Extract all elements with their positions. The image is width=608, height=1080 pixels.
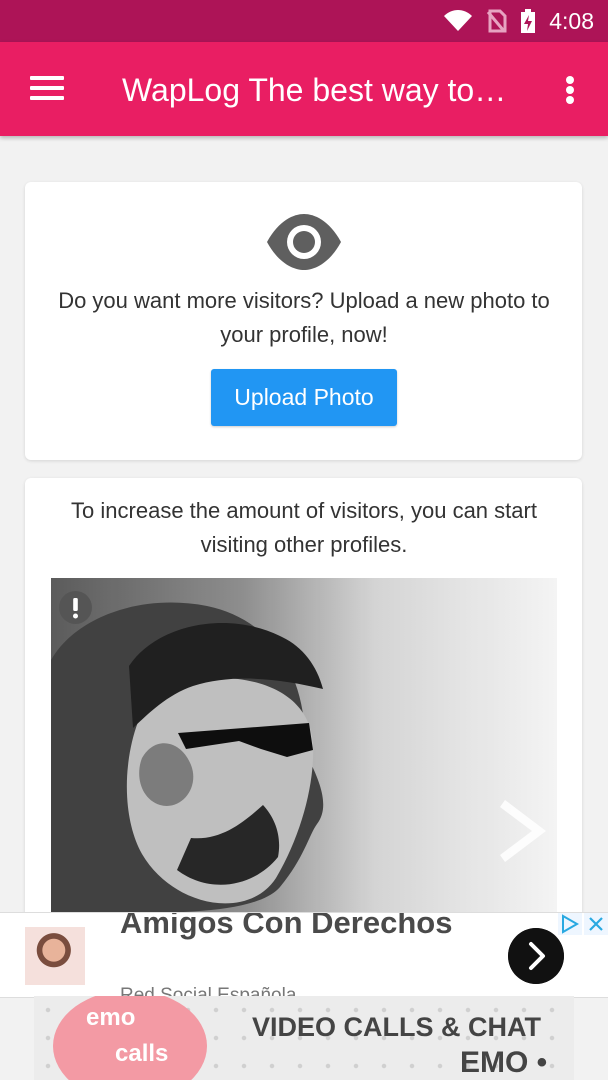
emo-logo-line2: calls	[115, 1040, 169, 1067]
arrow-right-circle-icon[interactable]	[508, 928, 564, 984]
emo-headline: VIDEO CALLS & CHAT	[252, 1012, 541, 1042]
status-bar: 4:08	[0, 0, 608, 42]
hamburger-menu-icon[interactable]	[30, 76, 64, 102]
woman-photo-thumbnail	[25, 927, 85, 985]
profile-photo[interactable]	[51, 578, 557, 913]
page-title: WapLog The best way to…	[122, 72, 507, 108]
wifi-icon	[444, 10, 473, 31]
adchoices-icon[interactable]	[558, 913, 582, 935]
status-icons: 4:08	[443, 8, 594, 34]
profile-photo-image	[51, 578, 557, 913]
close-ad-icon[interactable]	[584, 913, 608, 935]
chevron-right-icon[interactable]	[500, 800, 546, 862]
emo-video-chat-banner[interactable]: emo calls VIDEO CALLS & CHAT EMO •	[34, 996, 574, 1080]
alert-icon[interactable]	[59, 591, 92, 624]
status-time: 4:08	[549, 7, 594, 34]
battery-charging-icon	[521, 9, 536, 33]
visit-profiles-message: To increase the amount of visitors, you …	[71, 498, 537, 557]
emo-brand: EMO •	[460, 1046, 548, 1079]
ad-title: Amigos Con Derechos	[120, 912, 453, 940]
emo-calls-logo: emo calls	[53, 996, 207, 1080]
more-vertical-icon[interactable]	[560, 74, 580, 106]
eye-icon	[267, 214, 341, 270]
ad-banner[interactable]: Amigos Con Derechos Red Social Española	[0, 912, 608, 998]
app-bar: WapLog The best way to…	[0, 42, 608, 136]
visitors-message: Do you want more visitors? Upload a new …	[58, 288, 550, 347]
upload-photo-button[interactable]: Upload Photo	[211, 369, 397, 426]
emo-logo-line1: emo	[86, 1004, 136, 1031]
no-sim-icon	[487, 9, 507, 33]
